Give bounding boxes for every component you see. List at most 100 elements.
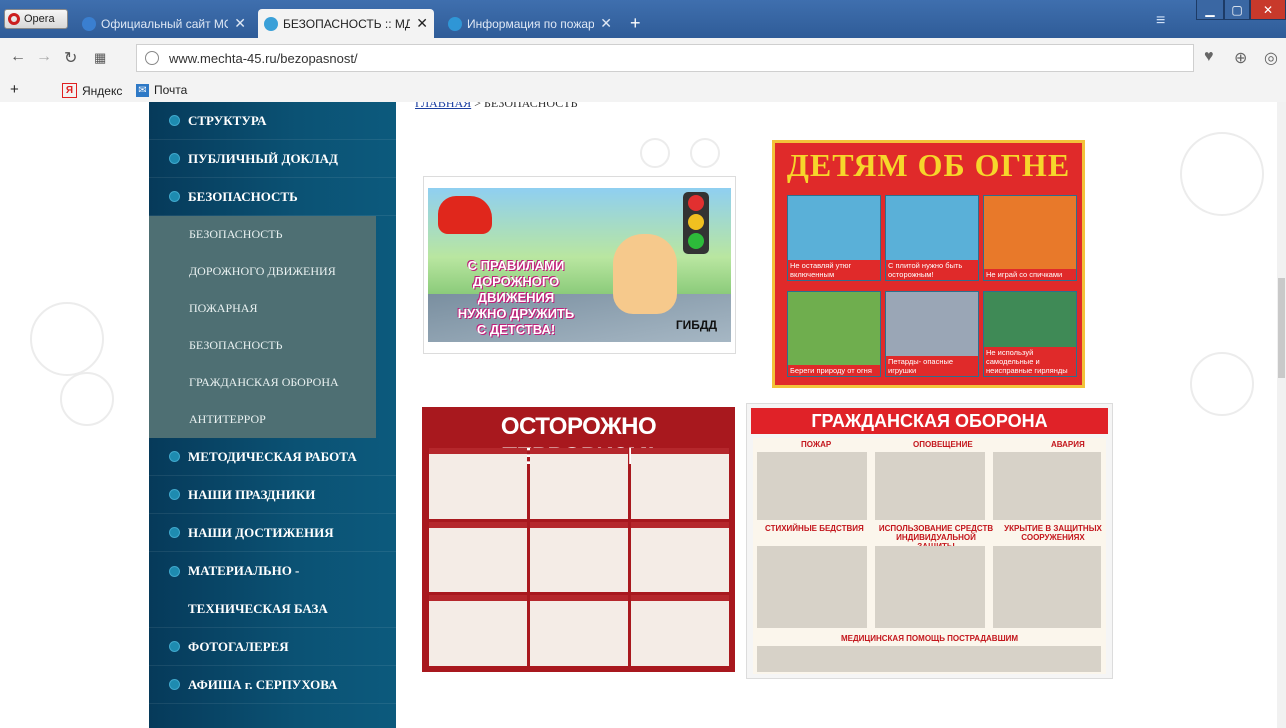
traffic-light-icon [683,192,709,254]
sidebar-item-label: МАТЕРИАЛЬНО - [188,563,300,578]
browser-tab-3[interactable]: Информация по пожарн ✕ [442,9,618,38]
submenu-item-label: БЕЗОПАСНОСТЬ [189,338,283,352]
browser-tab-2-active[interactable]: БЕЗОПАСНОСТЬ :: МДОУ ✕ [258,9,434,38]
opera-menu-button[interactable]: Opera [4,9,68,29]
terrorism-poster-image[interactable]: ОСТОРОЖНО ТЕРРОРИЗМ! [422,407,735,672]
close-tab-icon[interactable]: ✕ [416,15,428,32]
submenu-item-civil-defense[interactable]: ГРАЖДАНСКАЯ ОБОРОНА [149,364,376,401]
bullet-icon [169,489,180,500]
page-scrollbar[interactable] [1277,102,1286,728]
speed-dial-icon[interactable]: ▦ [94,50,106,66]
gibdd-label: ГИБДД [675,318,717,332]
background-doodle [640,138,670,168]
fire-poster-panel: Петарды- опасные игрушки [885,291,979,377]
terror-poster-panels [429,448,729,666]
cartoon-boy-illustration [613,234,677,314]
bullet-icon [169,451,180,462]
web-page: СТРУКТУРА ПУБЛИЧНЫЙ ДОКЛАД БЕЗОПАСНОСТЬ … [0,102,1286,728]
forward-icon[interactable]: → [36,48,52,66]
tab-title: БЕЗОПАСНОСТЬ :: МДОУ [283,16,411,31]
minimize-window-button[interactable]: ▁ [1196,0,1224,20]
bookmark-label: Яндекс [82,83,123,98]
sidebar-item-photo-gallery[interactable]: ФОТОГАЛЕРЕЯ [149,628,396,666]
submenu-item-label: ПОЖАРНАЯ [189,301,258,315]
civil-defense-poster-image[interactable]: ГРАЖДАНСКАЯ ОБОРОНА ПОЖАР ОПОВЕЩЕНИЕ АВА… [746,403,1113,679]
tab-title: Официальный сайт МОУ [101,16,229,31]
reload-icon[interactable]: ↻ [64,48,77,68]
fire-poster-panel: Не играй со спичками [983,195,1077,281]
fire-poster-title: ДЕТЯМ ОБ ОГНЕ [786,147,1071,183]
tab-title: Информация по пожарн [467,16,595,31]
address-field[interactable]: www.mechta-45.ru/bezopasnost/ [136,44,1194,72]
bullet-icon [169,191,180,202]
close-tab-icon[interactable]: ✕ [600,15,612,32]
fire-poster-panel: Не используй самодельные и неисправные г… [983,291,1077,377]
fire-safety-poster-image[interactable]: ДЕТЯМ ОБ ОГНЕ Не оставляй утюг включенны… [772,140,1085,388]
submenu-item-label: ГРАЖДАНСКАЯ ОБОРОНА [189,375,339,389]
sidebar-item-label: ПУБЛИЧНЫЙ ДОКЛАД [188,150,339,166]
fire-poster-panel: Не оставляй утюг включенным [787,195,881,281]
sidebar-item-structure[interactable]: СТРУКТУРА [149,102,396,140]
opera-logo-icon [8,13,20,25]
sidebar-item-public-report[interactable]: ПУБЛИЧНЫЙ ДОКЛАД [149,140,396,178]
breadcrumb-separator: > [474,102,481,110]
mail-icon: ✉ [136,83,149,97]
opera-menu-label: Opera [24,13,55,25]
tab-menu-icon[interactable]: ≡ [1156,12,1165,30]
site-favicon-icon [264,16,278,31]
sidebar-item-methodical-work[interactable]: МЕТОДИЧЕСКАЯ РАБОТА [149,438,396,476]
close-tab-icon[interactable]: ✕ [234,15,246,32]
bookmark-yandex[interactable]: Я Яндекс [62,83,122,98]
sidebar-item-label: НАШИ ПРАЗДНИКИ [188,486,316,502]
sidebar-item-achievements[interactable]: НАШИ ДОСТИЖЕНИЯ [149,514,396,552]
browser-titlebar: Opera Официальный сайт МОУ ✕ БЕЗОПАСНОСТ… [0,0,1286,38]
sidebar-item-material-base[interactable]: МАТЕРИАЛЬНО - [149,552,396,590]
browser-tab-1[interactable]: Официальный сайт МОУ ✕ [76,9,252,38]
sidebar-item-label: ФОТОГАЛЕРЕЯ [188,638,289,654]
maximize-window-button[interactable]: ▢ [1224,0,1250,20]
submenu-item-fire-safety-cont[interactable]: БЕЗОПАСНОСТЬ [149,327,376,364]
sidebar-item-serpukhov-poster[interactable]: АФИША г. СЕРПУХОВА [149,666,396,704]
back-icon[interactable]: ← [10,48,26,66]
submenu-item-label: АНТИТЕРРОР [189,412,266,426]
background-doodle [1180,132,1264,216]
bookmark-mail[interactable]: ✉ Почта [136,83,187,97]
sidebar-item-label: НАШИ ДОСТИЖЕНИЯ [188,524,334,540]
submenu-item-label: БЕЗОПАСНОСТЬ [189,227,283,241]
url-text: www.mechta-45.ru/bezopasnost/ [169,50,358,66]
cartoon-car-illustration [438,196,492,234]
background-doodle [30,302,104,376]
vpn-icon[interactable]: ◎ [1264,48,1278,68]
downloads-icon[interactable]: ⊕ [1234,48,1247,68]
yandex-icon: Я [62,83,77,98]
submenu-item-antiterror[interactable]: АНТИТЕРРОР [149,401,376,438]
sidebar-item-material-base-cont[interactable]: ТЕХНИЧЕСКАЯ БАЗА [149,590,396,628]
sidebar-item-security[interactable]: БЕЗОПАСНОСТЬ [149,178,396,216]
new-tab-icon[interactable]: + [630,14,641,32]
submenu-item-fire-safety[interactable]: ПОЖАРНАЯ [149,290,376,327]
bullet-icon [169,115,180,126]
breadcrumb: ГЛАВНАЯ > БЕЗОПАСНОСТЬ [415,102,577,111]
road-safety-poster-image[interactable]: С ПРАВИЛАМИ ДОРОЖНОГО ДВИЖЕНИЯ НУЖНО ДРУ… [423,176,736,354]
submenu-item-road-safety[interactable]: БЕЗОПАСНОСТЬ [149,216,376,253]
background-doodle [1190,352,1254,416]
sidebar-item-label: МЕТОДИЧЕСКАЯ РАБОТА [188,448,357,464]
security-submenu: БЕЗОПАСНОСТЬ ДОРОЖНОГО ДВИЖЕНИЯ ПОЖАРНАЯ… [149,216,376,438]
globe-icon [145,51,159,65]
site-favicon-icon [82,16,96,31]
sidebar-menu: СТРУКТУРА ПУБЛИЧНЫЙ ДОКЛАД БЕЗОПАСНОСТЬ … [149,102,396,728]
background-doodle [60,372,114,426]
bullet-icon [169,527,180,538]
submenu-item-road-safety-cont[interactable]: ДОРОЖНОГО ДВИЖЕНИЯ [149,253,376,290]
road-poster-text: С ПРАВИЛАМИ ДОРОЖНОГО ДВИЖЕНИЯ НУЖНО ДРУ… [457,258,575,337]
scrollbar-thumb[interactable] [1278,278,1285,378]
stash-heart-icon[interactable]: ♥ [1204,48,1214,66]
sidebar-item-label: СТРУКТУРА [188,112,267,128]
close-window-button[interactable]: ✕ [1250,0,1286,20]
site-favicon-icon [448,16,462,31]
sidebar-item-holidays[interactable]: НАШИ ПРАЗДНИКИ [149,476,396,514]
add-bookmark-icon[interactable]: + [10,81,19,98]
breadcrumb-home-link[interactable]: ГЛАВНАЯ [415,102,471,110]
background-doodle [690,138,720,168]
fire-poster-panel: С плитой нужно быть осторожным! [885,195,979,281]
